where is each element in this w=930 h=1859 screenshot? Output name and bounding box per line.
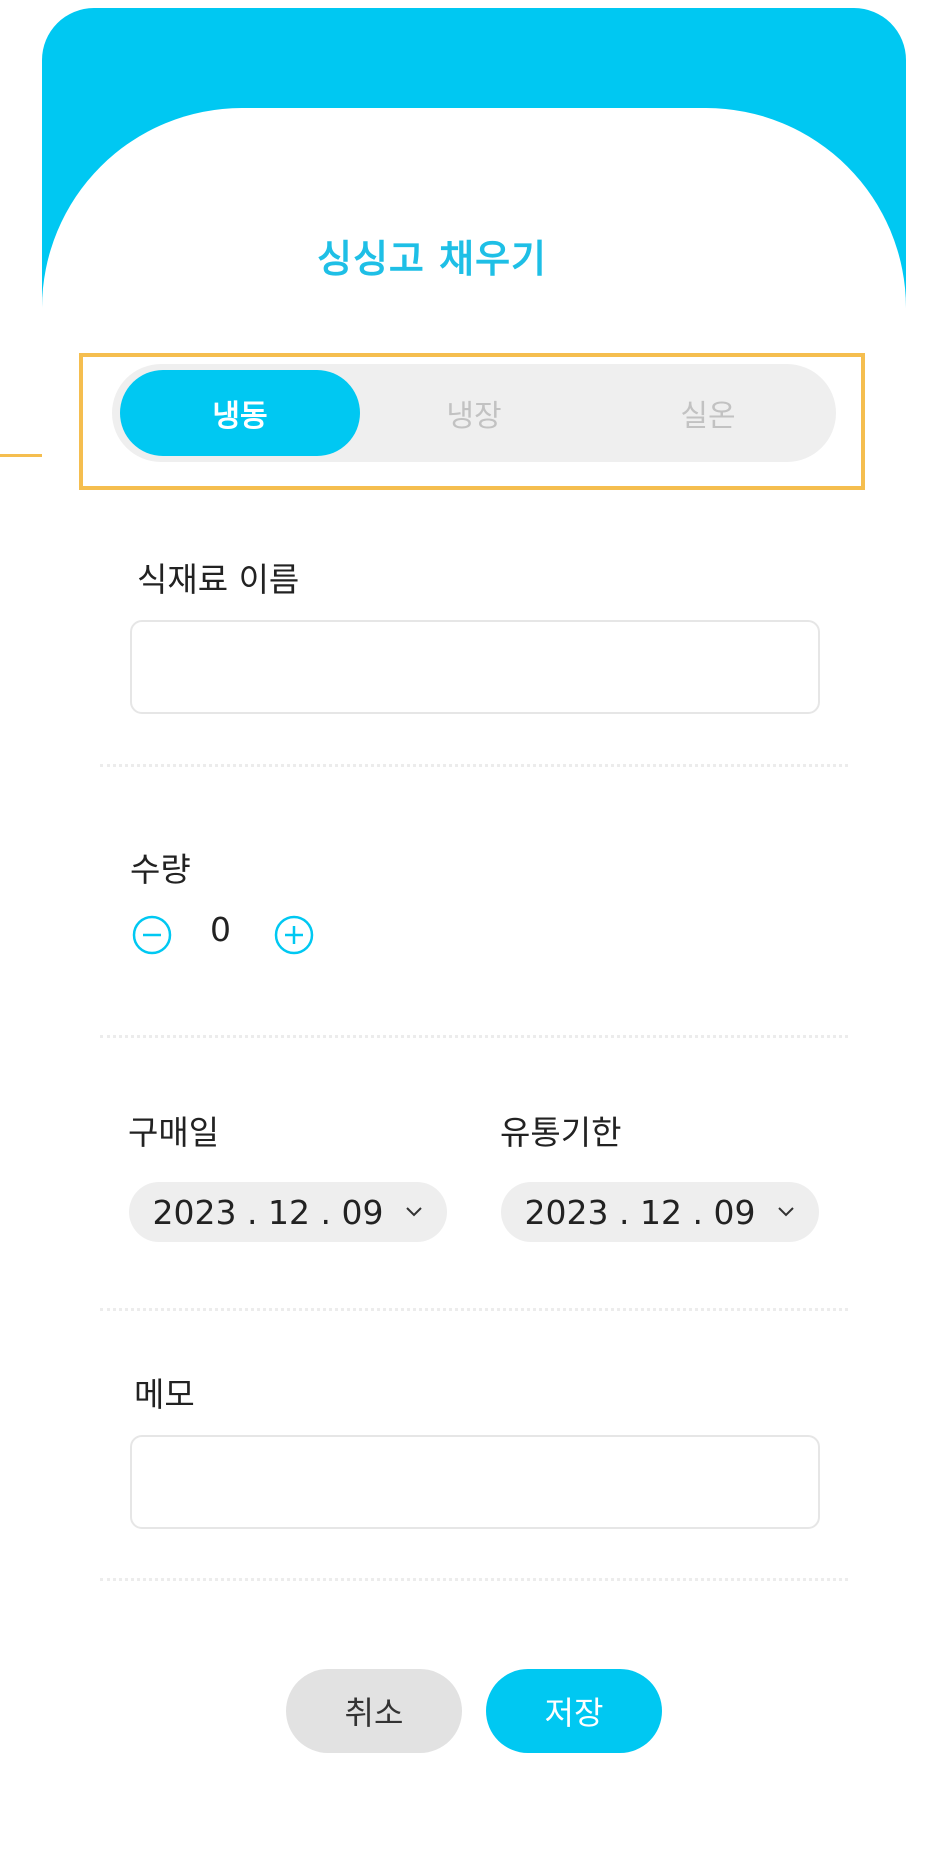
quantity-value: 0 xyxy=(210,910,231,949)
storage-type-segmented-control: 냉동 냉장 실온 xyxy=(112,364,836,462)
memo-input[interactable] xyxy=(130,1435,820,1529)
quantity-label: 수량 xyxy=(130,850,191,889)
ingredient-name-label: 식재료 이름 xyxy=(137,560,300,599)
ingredient-name-input[interactable] xyxy=(130,620,820,714)
tab-frozen[interactable]: 냉동 xyxy=(120,370,360,456)
section-divider xyxy=(100,1308,848,1311)
expiry-date-select[interactable]: 2023 . 12 . 09 xyxy=(501,1182,819,1242)
memo-label: 메모 xyxy=(134,1375,195,1414)
tab-room-temperature[interactable]: 실온 xyxy=(588,370,828,456)
section-divider xyxy=(100,1035,848,1038)
purchase-date-select[interactable]: 2023 . 12 . 09 xyxy=(129,1182,447,1242)
tab-refrigerated[interactable]: 냉장 xyxy=(354,370,594,456)
cancel-button[interactable]: 취소 xyxy=(286,1669,462,1753)
expiry-date-value: 2023 . 12 . 09 xyxy=(524,1192,756,1232)
page-title: 싱싱고 채우기 xyxy=(317,237,547,281)
expiry-date-label: 유통기한 xyxy=(500,1113,622,1152)
plus-circle-icon[interactable] xyxy=(274,915,314,955)
purchase-date-value: 2023 . 12 . 09 xyxy=(152,1192,384,1232)
minus-circle-icon[interactable] xyxy=(132,915,172,955)
chevron-down-icon xyxy=(777,1206,795,1218)
section-divider xyxy=(100,1578,848,1581)
save-button[interactable]: 저장 xyxy=(486,1669,662,1753)
section-divider xyxy=(100,764,848,767)
chevron-down-icon xyxy=(405,1206,423,1218)
purchase-date-label: 구매일 xyxy=(128,1113,220,1152)
